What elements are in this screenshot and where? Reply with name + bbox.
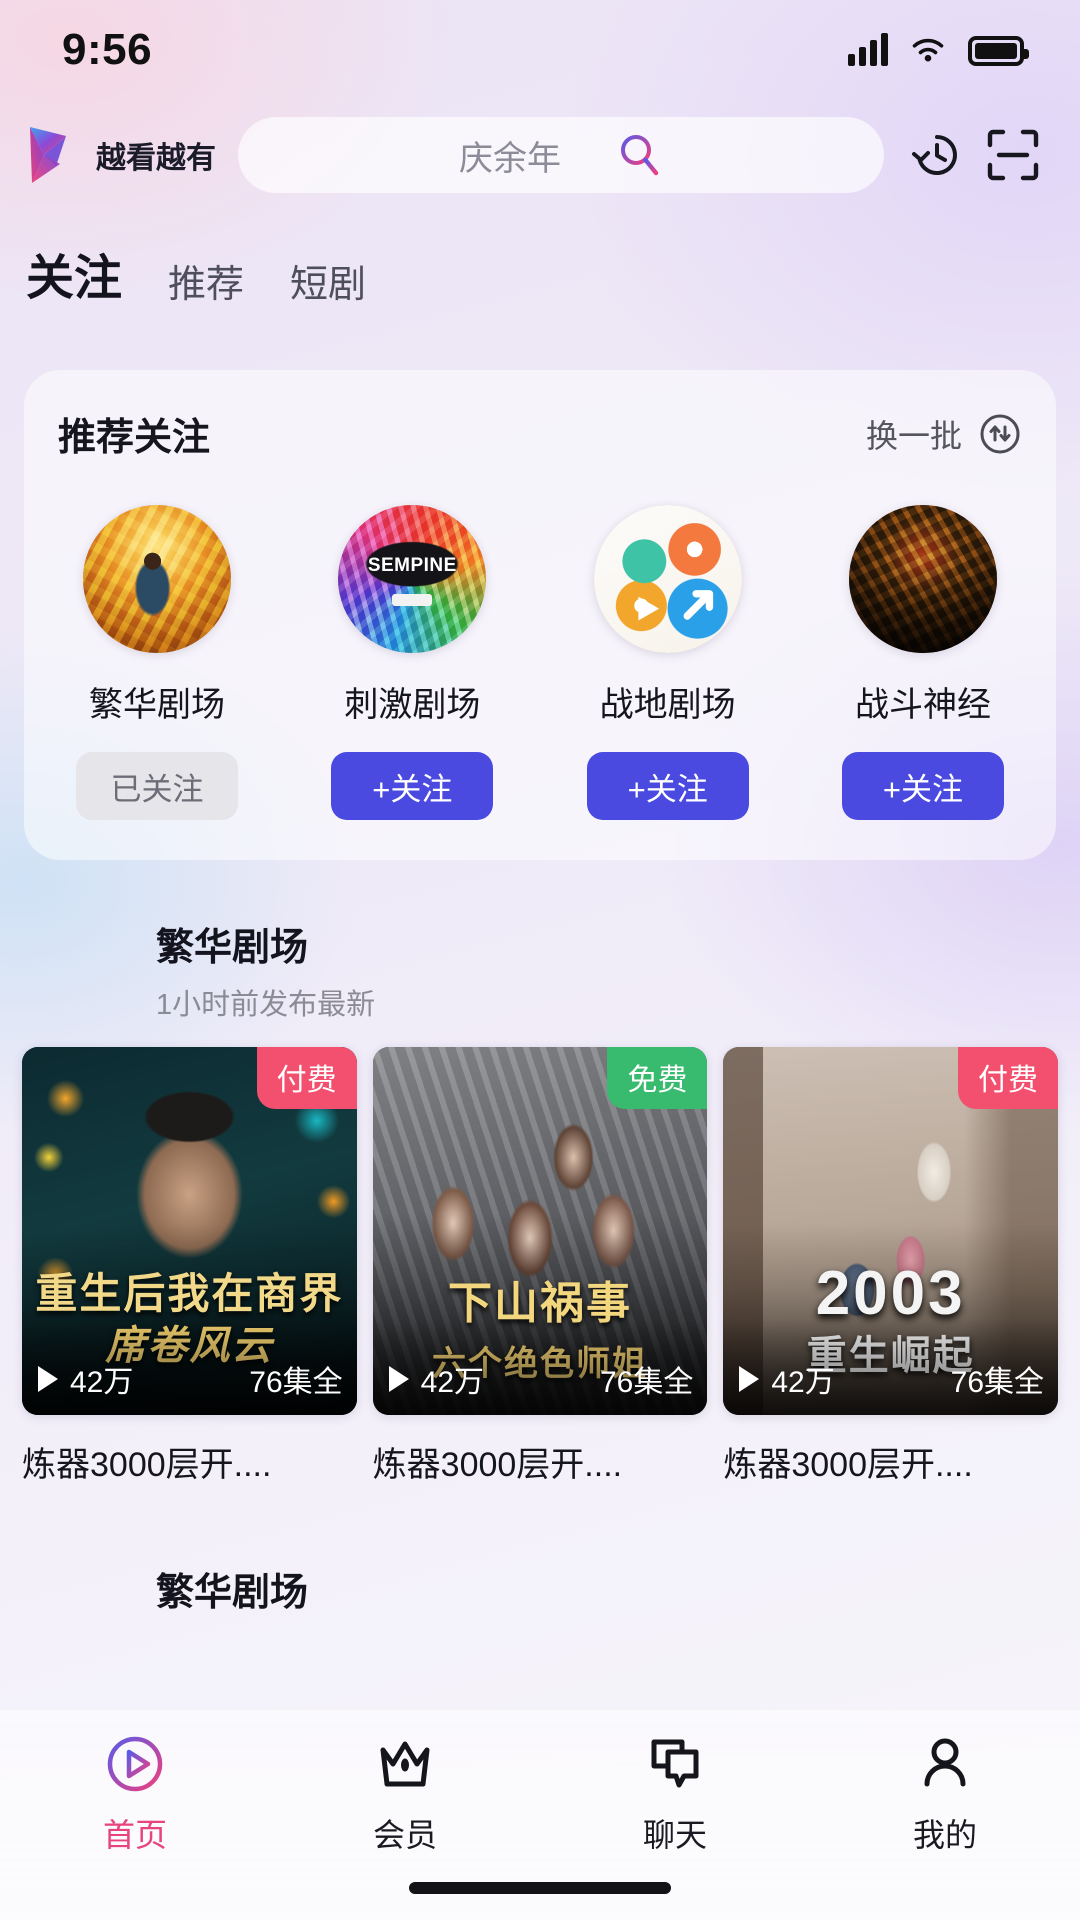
recommend-account-list: 繁华剧场 已关注 SEMPINE 刺激剧场 +关注 战地剧场 +关注 战斗神经 … <box>58 505 1022 820</box>
video-card[interactable]: 重生后我在商界 席卷风云 付费 42万 76集全 炼器3000层开.... <box>22 1047 357 1486</box>
refresh-updown-icon <box>980 414 1020 453</box>
main-tabs[interactable]: 关注 推荐 短剧 <box>0 210 1080 318</box>
status-time: 9:56 <box>62 25 153 74</box>
play-count-value: 42万 <box>420 1366 485 1399</box>
video-title: 炼器3000层开.... <box>22 1446 272 1484</box>
person-icon <box>924 1738 966 1787</box>
feed-author-header[interactable]: 繁华剧场 1小时前发布最新 <box>0 860 1080 1023</box>
avatar-dark-battle[interactable] <box>848 505 997 653</box>
play-count: 42万 <box>739 1357 835 1401</box>
follow-button[interactable]: 已关注 <box>76 752 238 820</box>
avatar-artisan-shop[interactable] <box>26 1536 130 1640</box>
refresh-batch-button[interactable]: 换一批 <box>866 411 1022 457</box>
search-input[interactable]: 庆余年 <box>238 117 884 193</box>
follow-button[interactable]: +关注 <box>331 752 494 820</box>
recommend-account-item[interactable]: 战斗神经 +关注 <box>830 505 1016 820</box>
price-badge: 免费 <box>607 1047 708 1109</box>
chat-bubble-icon <box>651 1739 699 1788</box>
feed-author-meta: 繁华剧场 1小时前发布最新 <box>156 916 375 1023</box>
tab-duanju[interactable]: 短剧 <box>290 253 366 312</box>
play-count-value: 42万 <box>70 1366 134 1399</box>
episode-count: 76集全 <box>950 1366 1045 1399</box>
history-clock-icon[interactable] <box>906 124 968 186</box>
feed-timestamp: 1小时前发布最新 <box>156 989 376 1021</box>
video-title: 炼器3000层开.... <box>723 1446 973 1484</box>
recommend-follow-card: 推荐关注 换一批 繁华剧场 已关注 SEMPINE 刺激剧场 +关注 战地剧场 … <box>24 370 1056 860</box>
video-thumbnail[interactable]: 重生后我在商界 席卷风云 付费 42万 76集全 <box>22 1047 357 1415</box>
video-card[interactable]: 下山祸事 六个绝色师姐 免费 42万 76集全 炼器3000层开.... <box>372 1047 708 1486</box>
search-icon[interactable] <box>617 132 663 178</box>
recommend-title: 推荐关注 <box>58 417 211 459</box>
recommend-account-item[interactable]: SEMPINE 刺激剧场 +关注 <box>319 505 505 820</box>
recommend-account-name: 战斗神经 <box>854 686 991 724</box>
bottom-tab-bar: 首页 会员 聊天 我的 <box>0 1710 1080 1920</box>
video-stats-overlay: 42万 76集全 <box>22 1319 357 1415</box>
recommend-account-item[interactable]: 战地剧场 +关注 <box>575 505 761 820</box>
video-stats-overlay: 42万 76集全 <box>723 1319 1059 1415</box>
tab-guanzhu[interactable]: 关注 <box>26 238 122 312</box>
tab-tuijian[interactable]: 推荐 <box>168 253 244 312</box>
episode-count: 76集全 <box>249 1366 343 1399</box>
poster-title: 重生后我在商界 <box>35 1270 344 1317</box>
tab-home[interactable]: 首页 <box>0 1732 270 1856</box>
tab-chat-label: 聊天 <box>642 1817 707 1853</box>
signal-bars-icon <box>848 33 888 66</box>
avatar-media-discs[interactable] <box>593 505 742 653</box>
video-thumbnail[interactable]: 下山祸事 六个绝色师姐 免费 42万 76集全 <box>372 1047 708 1415</box>
recommend-header: 推荐关注 换一批 <box>58 406 1022 461</box>
tab-profile[interactable]: 我的 <box>810 1732 1080 1856</box>
tab-home-label: 首页 <box>102 1817 167 1853</box>
feed-author-name: 繁华剧场 <box>156 927 309 969</box>
search-input-value: 庆余年 <box>459 139 561 178</box>
scan-qr-icon[interactable] <box>982 124 1044 186</box>
tab-member[interactable]: 会员 <box>270 1732 540 1856</box>
recommend-account-name: 繁华剧场 <box>89 686 225 724</box>
price-badge: 付费 <box>256 1047 357 1109</box>
avatar-artisan-shop[interactable] <box>83 505 231 653</box>
play-count: 42万 <box>388 1357 485 1401</box>
play-triangle-icon <box>388 1366 409 1392</box>
status-bar: 9:56 <box>0 0 1080 100</box>
app-logo-icon <box>30 127 66 183</box>
follow-button[interactable]: +关注 <box>841 752 1004 820</box>
home-indicator <box>409 1882 671 1894</box>
feed-author-name: 繁华剧场 <box>156 1571 309 1614</box>
brand-block[interactable]: 越看越有 <box>26 124 216 186</box>
tab-member-label: 会员 <box>372 1817 437 1853</box>
refresh-batch-label: 换一批 <box>865 417 962 454</box>
play-triangle-icon <box>739 1366 760 1392</box>
play-count: 42万 <box>38 1357 133 1401</box>
tab-profile-label: 我的 <box>912 1817 977 1853</box>
recommend-account-name: 刺激剧场 <box>344 686 481 724</box>
battery-icon <box>968 36 1029 66</box>
top-bar: 越看越有 庆余年 <box>0 100 1080 210</box>
video-title: 炼器3000层开.... <box>372 1446 623 1484</box>
video-thumbnail-row: 重生后我在商界 席卷风云 付费 42万 76集全 炼器3000层开.... <box>0 1023 1080 1486</box>
home-play-icon <box>107 1736 163 1792</box>
video-stats-overlay: 42万 76集全 <box>372 1319 708 1415</box>
crown-icon <box>380 1741 430 1787</box>
video-card[interactable]: 2003 重生崛起 付费 42万 76集全 炼器3000层开.... <box>723 1047 1059 1486</box>
play-triangle-icon <box>38 1366 58 1392</box>
play-count-value: 42万 <box>771 1366 835 1399</box>
recommend-account-name: 战地剧场 <box>599 686 736 724</box>
feed-author-header[interactable]: 繁华剧场 <box>0 1486 1080 1640</box>
video-thumbnail[interactable]: 2003 重生崛起 付费 42万 76集全 <box>723 1047 1059 1415</box>
follow-button[interactable]: +关注 <box>586 752 749 820</box>
tab-chat[interactable]: 聊天 <box>540 1732 810 1856</box>
avatar-artisan-shop[interactable] <box>26 918 130 1022</box>
avatar-sempine-collage[interactable]: SEMPINE <box>338 505 487 653</box>
feed-author-meta: 繁华剧场 <box>156 1561 308 1616</box>
wifi-icon <box>912 38 944 62</box>
price-badge: 付费 <box>958 1047 1059 1109</box>
episode-count: 76集全 <box>599 1366 694 1399</box>
brand-name: 越看越有 <box>96 142 216 175</box>
status-icons <box>848 33 1029 66</box>
recommend-account-item[interactable]: 繁华剧场 已关注 <box>64 505 250 820</box>
